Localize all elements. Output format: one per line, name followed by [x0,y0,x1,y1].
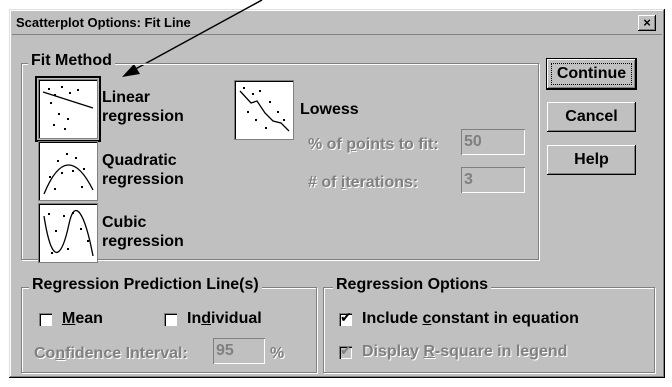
help-button[interactable]: Help [547,145,636,175]
quadratic-fit-icon [43,153,94,195]
individual-checkbox[interactable] [164,313,177,326]
cubic-line2: regression [102,233,184,250]
quadratic-line1: Quadratic [102,152,177,169]
points-to-fit-input[interactable]: 50 [461,129,525,155]
linear-regression-label[interactable]: Linear regression [102,88,184,126]
mean-label[interactable]: Mean [62,309,103,328]
display-r2-label: Display R-square in legend [362,343,568,360]
display-r2-checkbox[interactable]: ✔ [339,342,352,359]
mean-checkbox[interactable] [39,313,52,326]
include-constant-checkbox[interactable]: ✔ [339,309,352,326]
confidence-interval-input[interactable]: 95 [213,338,265,364]
linear-line1: Linear [102,89,151,106]
cubic-regression-label[interactable]: Cubic regression [102,213,184,251]
cancel-button[interactable]: Cancel [547,102,636,132]
quadratic-regression-thumbnail[interactable] [38,141,98,201]
individual-label[interactable]: Individual [187,309,262,328]
percent-label: % [270,345,285,362]
points-to-fit-label: % of points to fit: [308,136,439,153]
cubic-regression-thumbnail[interactable] [38,203,98,263]
regression-options-label: Regression Options [333,276,492,294]
prediction-lines-label: Regression Prediction Line(s) [29,276,262,294]
include-constant-label[interactable]: Include constant in equation [362,309,579,328]
continue-button[interactable]: Continue [546,58,637,90]
quadratic-regression-label[interactable]: Quadratic regression [102,151,184,189]
lowess-fit-icon [239,87,290,132]
confidence-interval-label: Confidence Interval: [34,345,188,362]
checkmark-icon: ✔ [340,342,352,358]
lowess-thumbnail[interactable] [234,80,294,140]
iterations-label: # of iterations: [308,174,419,191]
lowess-label[interactable]: Lowess [300,100,359,119]
cubic-line1: Cubic [102,214,147,231]
linear-fit-icon [42,86,94,130]
fit-method-label: Fit Method [28,52,115,70]
linear-regression-thumbnail[interactable] [35,76,101,142]
checkmark-icon: ✔ [340,309,352,325]
cubic-fit-icon [43,209,94,257]
iterations-input[interactable]: 3 [461,167,525,193]
quadratic-line2: regression [102,171,184,188]
linear-line2: regression [102,108,184,125]
